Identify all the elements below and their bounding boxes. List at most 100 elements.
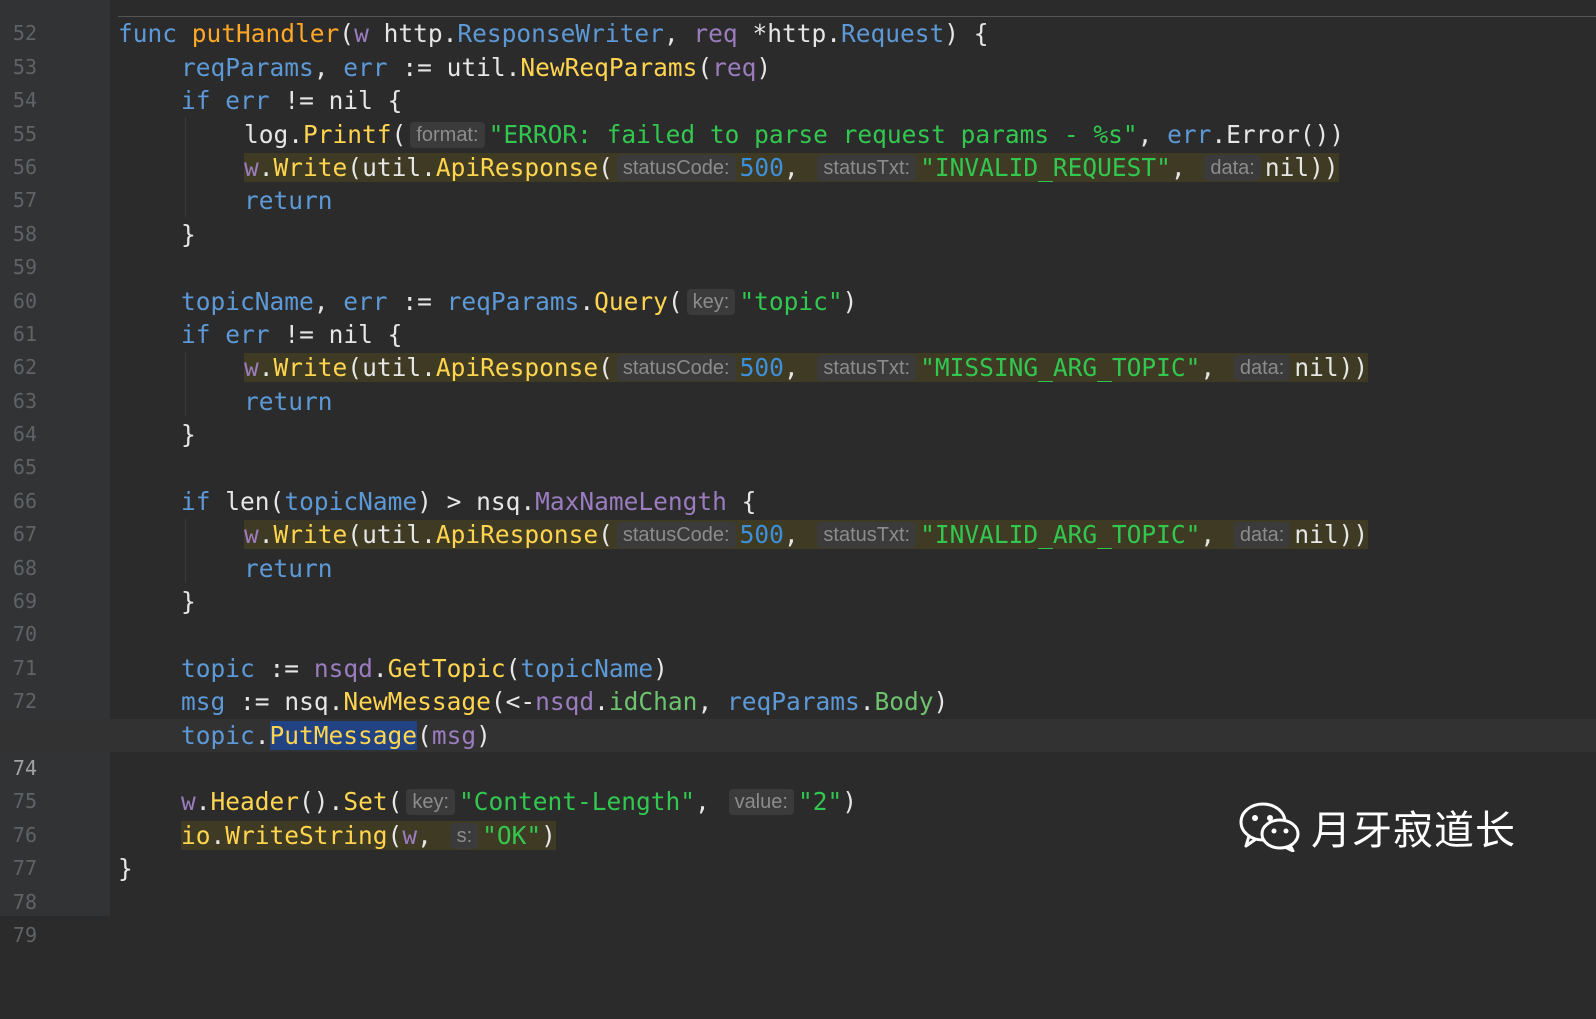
variable: topicName: [181, 286, 314, 316]
line-content: if err != nil {: [181, 86, 403, 116]
line-content: if len(topicName) > nsq.MaxNameLength {: [181, 486, 757, 516]
param-hint: statusCode:: [616, 355, 736, 382]
string-literal: "MISSING_ARG_TOPIC": [920, 353, 1201, 383]
operator: :=: [269, 653, 300, 683]
code-line[interactable]: 63 w.Write(util.ApiResponse(statusCode: 5…: [0, 351, 1596, 413]
code-line[interactable]: 78 }: [0, 852, 1596, 913]
type: *http: [752, 19, 827, 49]
code-line[interactable]: 70 }: [0, 585, 1596, 646]
code-line[interactable]: 69 return: [0, 552, 1596, 613]
number-literal: 500: [739, 152, 784, 182]
code-line[interactable]: 71: [0, 618, 1596, 680]
watermark: 月牙寂道长: [1239, 798, 1516, 856]
code-line[interactable]: 61 topicName, err := reqParams.Query(key…: [0, 285, 1596, 346]
code-line[interactable]: 53 func putHandler(w http.ResponseWriter…: [0, 17, 1596, 78]
string-literal: "Content-Length": [459, 787, 696, 817]
param: req: [712, 52, 757, 82]
code-line[interactable]: 64 return: [0, 385, 1596, 446]
package: http: [383, 19, 443, 49]
operator: :=: [402, 52, 432, 82]
code-line[interactable]: 57 w.Write(util.ApiResponse(statusCode: 5…: [0, 151, 1596, 212]
function-call: ApiResponse: [435, 353, 599, 383]
code-line[interactable]: 55 if err != nil {: [0, 84, 1596, 145]
param-hint: data:: [1204, 154, 1261, 181]
line-content: return: [118, 184, 333, 217]
param-hint: key:: [406, 789, 456, 816]
code-line[interactable]: 65 }: [0, 418, 1596, 479]
keyword: nil: [1264, 152, 1310, 182]
package: util: [362, 520, 422, 550]
line-content: topicName, err := reqParams.Query(key: "t…: [181, 286, 858, 316]
code-line[interactable]: 56 log.Printf(format: "ERROR: failed to p…: [0, 118, 1596, 179]
function-call: GetTopic: [387, 653, 506, 683]
code-line[interactable]: 54 reqParams, err := util.NewReqParams(r…: [0, 51, 1596, 112]
string-literal: "topic": [739, 286, 843, 316]
keyword: return: [244, 186, 333, 216]
line-content: func putHandler(w http.ResponseWriter, r…: [118, 19, 989, 49]
number-literal: 500: [739, 353, 784, 383]
variable: msg: [181, 687, 226, 717]
param: w: [354, 19, 369, 49]
variable: topicName: [284, 486, 418, 516]
package: log: [244, 119, 289, 149]
warning-highlight[interactable]: w.Write(util.ApiResponse(statusCode: 500,…: [244, 353, 1369, 383]
line-content: return: [118, 385, 333, 418]
warning-highlight[interactable]: w.Write(util.ApiResponse(statusCode: 500,…: [244, 152, 1339, 182]
line-number[interactable]: 79: [0, 919, 37, 952]
code-line[interactable]: 75: [0, 752, 1596, 813]
code-line[interactable]: 66: [0, 451, 1596, 513]
code-line[interactable]: 73 msg := nsq.NewMessage(<-nsqd.idChan, …: [0, 685, 1596, 746]
line-content: topic.PutMessage(msg): [181, 720, 491, 750]
function-call: Header: [210, 787, 300, 817]
line-content: }: [181, 219, 196, 249]
keyword: if: [181, 86, 211, 116]
param: w: [402, 820, 418, 850]
code-line[interactable]: 72 topic := nsqd.GetTopic(topicName): [0, 652, 1596, 713]
code-line[interactable]: 59 }: [0, 218, 1596, 279]
function-call: ApiResponse: [435, 520, 599, 550]
code-line[interactable]: 58 return: [0, 184, 1596, 245]
code-line[interactable]: 62 if err != nil {: [0, 318, 1596, 379]
function-call: Write: [273, 152, 348, 182]
keyword: if: [181, 486, 211, 516]
code-line-current[interactable]: 74 topic.PutMessage(msg): [0, 718, 1596, 780]
function-call: WriteString: [225, 820, 388, 850]
keyword: return: [244, 386, 333, 416]
param-hint: statusTxt:: [817, 154, 917, 181]
variable: topicName: [520, 653, 654, 683]
param-hint: statusTxt:: [817, 355, 917, 382]
variable: nsqd: [535, 687, 595, 717]
selected-method-call[interactable]: PutMessage: [269, 720, 418, 750]
warning-highlight[interactable]: w.Write(util.ApiResponse(statusCode: 500,…: [244, 520, 1369, 550]
code-lines: 52 53 func putHandler(w http.ResponseWri…: [0, 0, 1596, 947]
string-literal: "OK": [482, 820, 542, 850]
keyword: if: [181, 319, 211, 349]
keyword: nil: [328, 86, 373, 116]
variable: err: [225, 319, 270, 349]
code-line[interactable]: 67 if len(topicName) > nsq.MaxNameLength…: [0, 485, 1596, 546]
line-content: topic := nsqd.GetTopic(topicName): [181, 653, 668, 683]
variable: err: [225, 86, 270, 116]
code-line[interactable]: 68 w.Write(util.ApiResponse(statusCode: 5…: [0, 518, 1596, 580]
keyword: nil: [328, 319, 373, 349]
number-literal: 500: [739, 520, 784, 550]
param-hint: s:: [450, 822, 479, 849]
function-call: Write: [273, 353, 348, 383]
package: nsq: [284, 687, 329, 717]
code-line[interactable]: 79: [0, 886, 1596, 947]
variable: err: [1167, 119, 1212, 149]
keyword: nil: [1294, 353, 1339, 383]
code-line[interactable]: 60: [0, 251, 1596, 313]
param: w: [181, 787, 196, 817]
warning-highlight[interactable]: io.WriteString(w, s: "OK"): [181, 820, 556, 850]
line-content: w.Write(util.ApiResponse(statusCode: 500,…: [118, 518, 1369, 551]
variable: msg: [431, 720, 477, 750]
param-hint: data:: [1233, 355, 1291, 382]
code-line[interactable]: 52: [0, 0, 1596, 45]
constant: MaxNameLength: [535, 486, 727, 516]
keyword: func: [118, 19, 178, 49]
operator: !=: [284, 319, 314, 349]
package: util: [362, 152, 422, 182]
function-call: ApiResponse: [435, 152, 599, 182]
param-hint: format:: [410, 121, 485, 148]
